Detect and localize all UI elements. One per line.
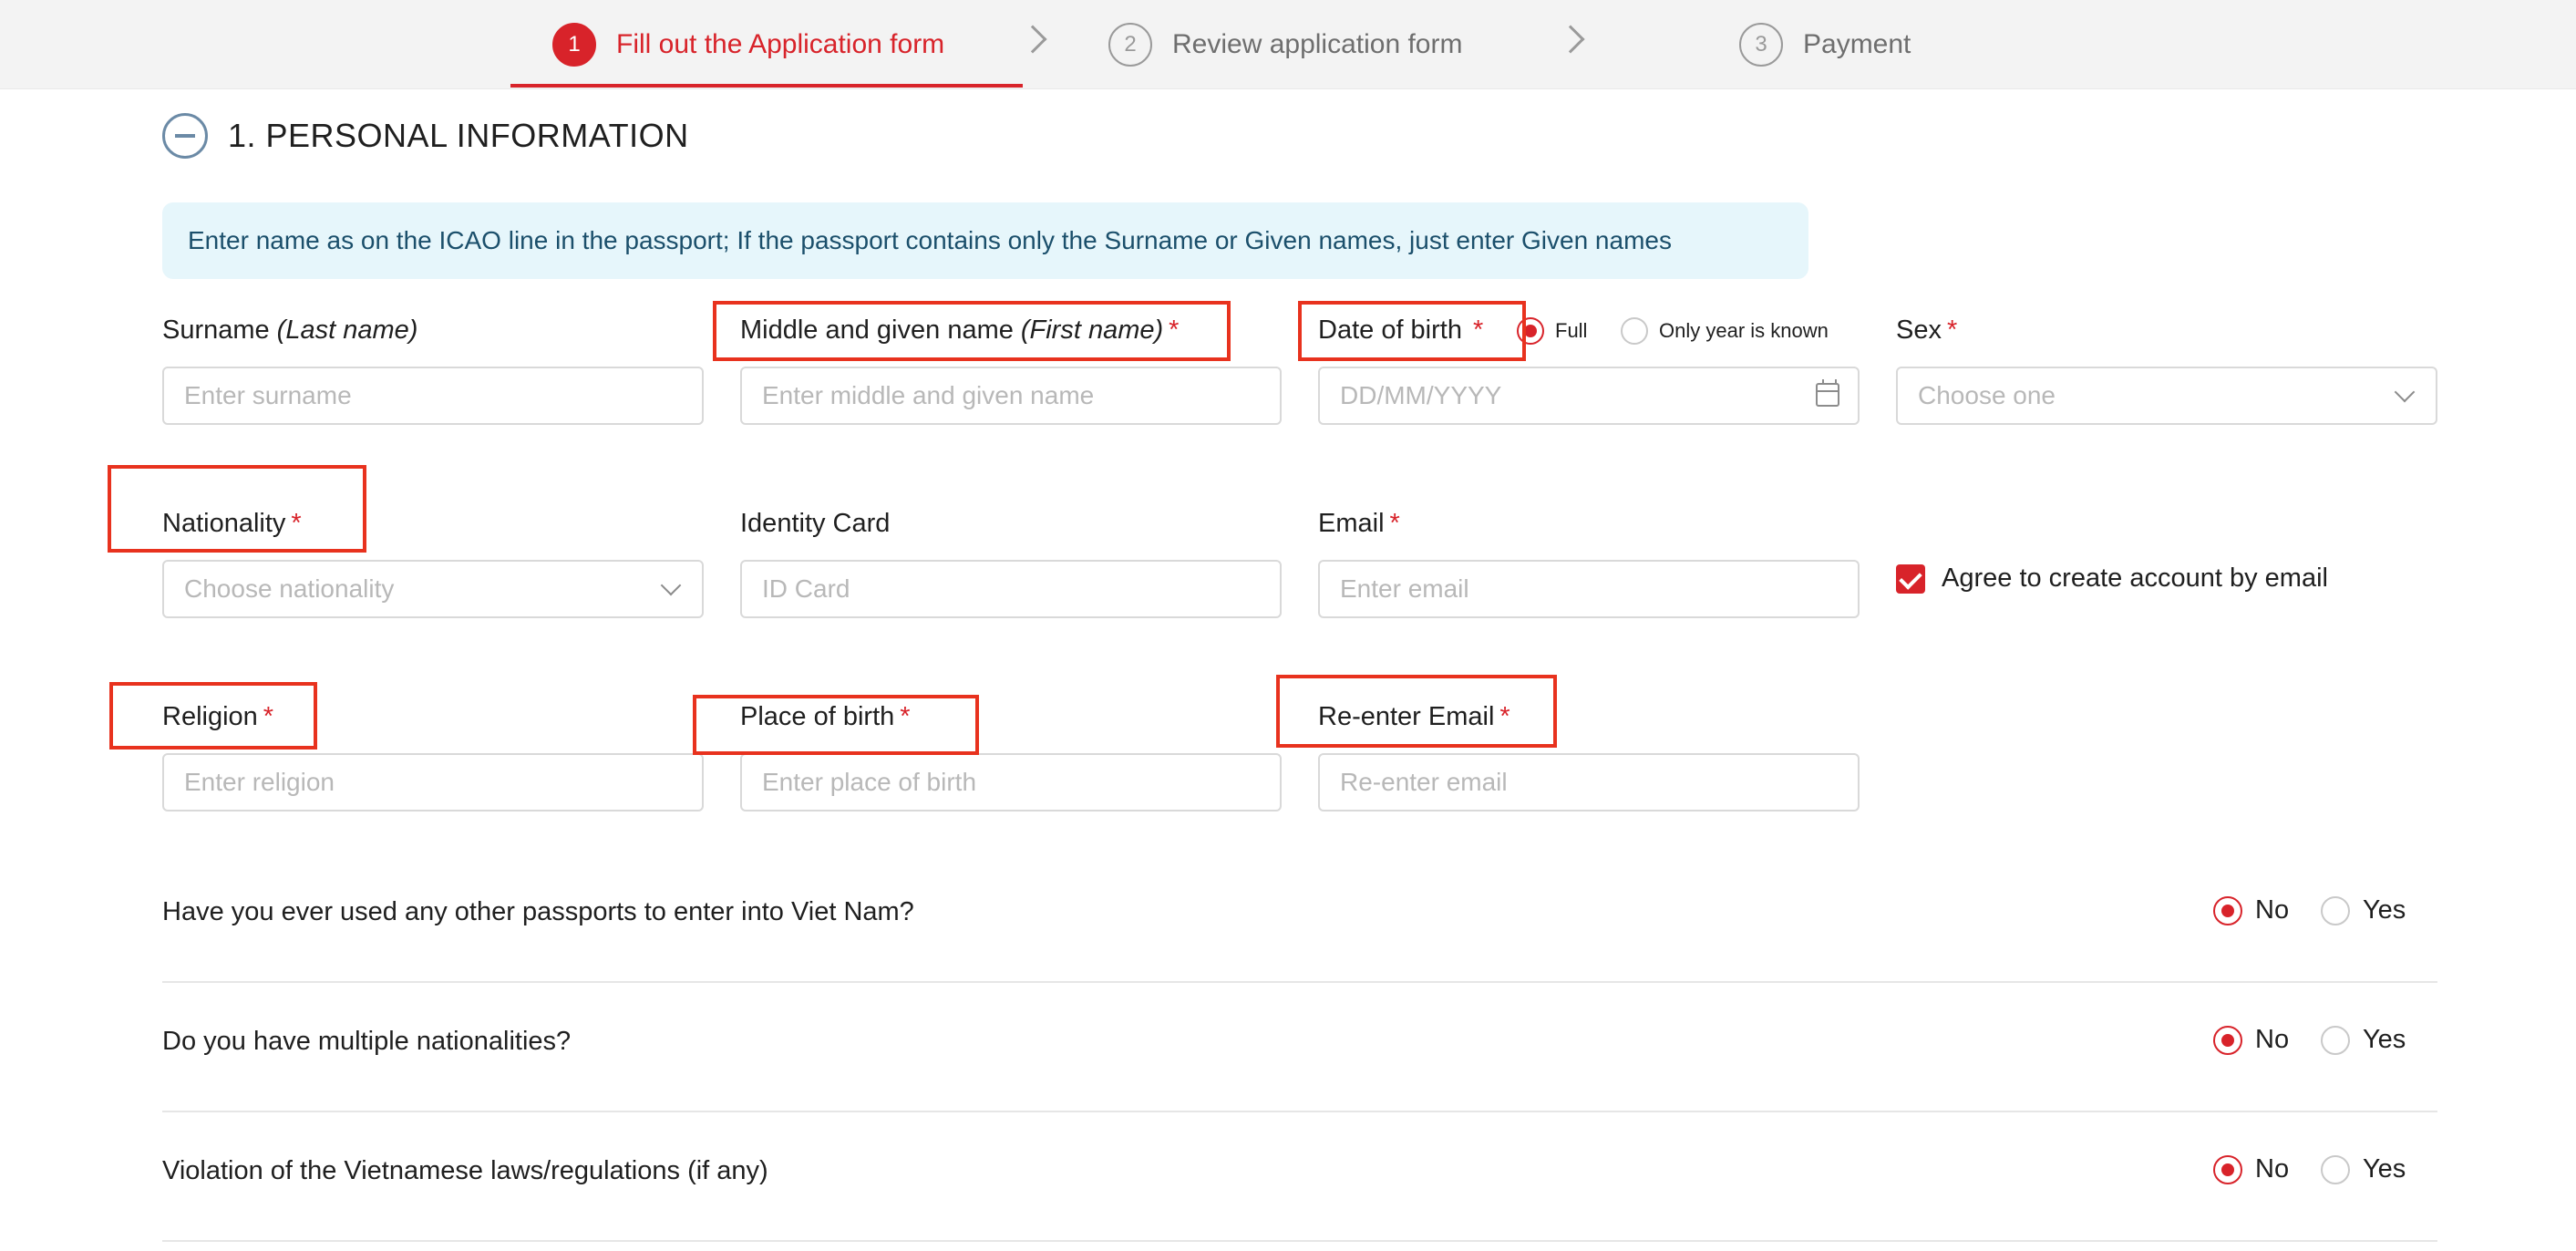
dob-full-radio[interactable]: Full [1517, 317, 1587, 345]
step-label: Fill out the Application form [616, 29, 945, 59]
agree-account-checkbox[interactable]: Agree to create account by email [1896, 563, 2328, 594]
place-of-birth-input[interactable] [740, 753, 1282, 812]
collapse-minus-icon[interactable] [162, 113, 208, 159]
step-number: 1 [552, 23, 596, 67]
radio-empty-icon [2321, 895, 2350, 925]
question-law-violation: Violation of the Vietnamese laws/regulat… [162, 1112, 2437, 1242]
question-other-passports: Have you ever used any other passports t… [162, 853, 2437, 983]
radio-empty-icon [2321, 1154, 2350, 1184]
progress-stepper: 1 Fill out the Application form 2 Review… [0, 0, 2576, 89]
radio-no[interactable]: No [2213, 895, 2289, 925]
chevron-down-icon [660, 574, 682, 596]
surname-label: Surname (Last name) [162, 315, 418, 345]
email-label: Email * [1318, 509, 1400, 538]
step-payment[interactable]: 3 Payment [1739, 22, 1911, 67]
step-label: Payment [1803, 29, 1911, 59]
radio-selected-icon [2213, 1154, 2242, 1184]
step-number: 3 [1739, 23, 1783, 67]
radio-yes[interactable]: Yes [2321, 1025, 2406, 1055]
active-step-underline [510, 84, 1023, 88]
sex-select[interactable]: Choose one [1896, 367, 2437, 425]
calendar-icon[interactable] [1816, 379, 1839, 407]
radio-yes[interactable]: Yes [2321, 1154, 2406, 1184]
step-fill-form[interactable]: 1 Fill out the Application form [552, 22, 944, 67]
chevron-right-icon [1018, 25, 1047, 54]
checkmark-icon [1896, 563, 1925, 594]
reenter-email-input[interactable] [1318, 753, 1860, 812]
step-review-form[interactable]: 2 Review application form [1108, 22, 1462, 67]
nationality-select[interactable]: Choose nationality [162, 560, 704, 618]
radio-no[interactable]: No [2213, 1154, 2289, 1184]
place-of-birth-label: Place of birth * [740, 702, 911, 731]
radio-selected-icon [2213, 1025, 2242, 1055]
radio-selected-icon [1517, 317, 1544, 345]
section-title: 1. PERSONAL INFORMATION [228, 117, 689, 154]
dob-year-only-radio[interactable]: Only year is known [1621, 317, 1829, 345]
step-number: 2 [1108, 23, 1152, 67]
section-header: 1. PERSONAL INFORMATION [162, 113, 689, 159]
radio-empty-icon [1621, 317, 1648, 345]
step-label: Review application form [1172, 29, 1463, 59]
identity-card-label: Identity Card [740, 509, 891, 538]
question-multiple-nationalities: Do you have multiple nationalities? No Y… [162, 983, 2437, 1112]
radio-empty-icon [2321, 1025, 2350, 1055]
religion-input[interactable] [162, 753, 704, 812]
nationality-label: Nationality * [162, 509, 302, 538]
reenter-email-label: Re-enter Email * [1318, 702, 1510, 731]
name-instruction-notice: Enter name as on the ICAO line in the pa… [162, 202, 1808, 279]
sex-label: Sex * [1896, 315, 1958, 345]
given-name-label: Middle and given name (First name) * [740, 315, 1180, 345]
radio-yes[interactable]: Yes [2321, 895, 2406, 925]
dob-label: Date of birth * [1318, 315, 1484, 345]
email-input[interactable] [1318, 560, 1860, 618]
surname-input[interactable] [162, 367, 704, 425]
dob-input[interactable] [1318, 367, 1860, 425]
given-name-input[interactable] [740, 367, 1282, 425]
radio-selected-icon [2213, 895, 2242, 925]
religion-label: Religion * [162, 702, 274, 731]
chevron-down-icon [2394, 381, 2416, 403]
dob-field [1318, 367, 1860, 425]
radio-no[interactable]: No [2213, 1025, 2289, 1055]
chevron-right-icon [1556, 25, 1585, 54]
identity-card-input[interactable] [740, 560, 1282, 618]
